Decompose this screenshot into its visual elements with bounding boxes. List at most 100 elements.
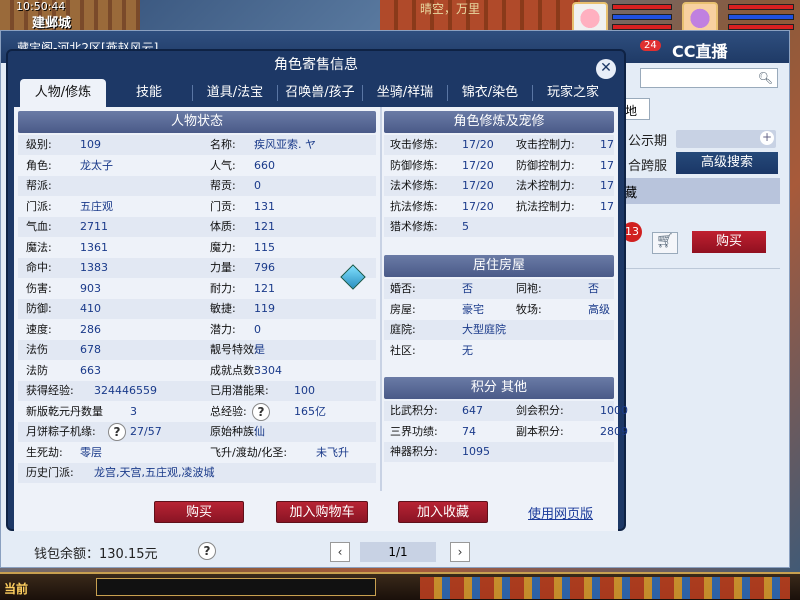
field-value: 74 — [462, 424, 476, 438]
right-field: 抗法控制力: 17 — [516, 197, 614, 217]
search-icon[interactable]: 🔍︎ — [758, 71, 773, 85]
help-icon[interactable]: ? — [252, 402, 270, 421]
listing-buy-button[interactable]: 购买 — [692, 231, 766, 253]
field-label: 抗法修炼: — [390, 199, 438, 213]
status-field: 原始种族: 仙 — [210, 422, 265, 442]
status-field: 防御: 410 — [26, 299, 101, 319]
add-to-cart-button[interactable]: 加入购物车 — [276, 501, 368, 523]
field-label: 防御: — [26, 302, 52, 315]
buy-button[interactable]: 购买 — [154, 501, 244, 523]
chat-channel-button[interactable]: 当前 — [4, 580, 28, 597]
field-value: 121 — [254, 220, 275, 233]
field-value: 未飞升 — [316, 445, 349, 459]
field-label: 防御修炼: — [390, 158, 438, 172]
row-stripe — [18, 258, 376, 278]
toolbar-icons[interactable] — [420, 577, 790, 599]
field-label: 猎术修炼: — [390, 220, 438, 233]
field-label: 法防 — [26, 363, 48, 377]
row-stripe — [18, 176, 376, 196]
status-field: 门贡: 131 — [210, 197, 275, 217]
right-field: 社区: 无 — [390, 341, 473, 361]
field-value: 无 — [462, 343, 473, 357]
row-stripe — [384, 279, 614, 299]
field-value: 17 — [600, 199, 614, 213]
field-value: 17/20 — [462, 179, 494, 192]
cultivation-section-header: 角色修炼及宠修 — [384, 111, 614, 133]
field-value: 3304 — [254, 363, 282, 377]
field-value: 17/20 — [462, 158, 494, 172]
field-value: 121 — [254, 281, 275, 295]
status-field: 飞升/渡劫/化圣: 未飞升 — [210, 443, 349, 463]
status-field: 生死劫: 零层 — [26, 443, 102, 463]
field-label: 法术修炼: — [390, 179, 438, 192]
tab-home[interactable]: 玩家之家 — [533, 79, 613, 107]
cross-server-label: 合跨服 — [628, 159, 668, 174]
right-field: 庭院: 大型庭院 — [390, 320, 506, 340]
close-icon[interactable]: ✕ — [596, 59, 616, 79]
right-field: 攻击控制力: 17 — [516, 135, 614, 155]
right-field: 婚否: 否 — [390, 279, 473, 299]
points-section-header: 积分 其他 — [384, 377, 614, 399]
status-field: 法伤 678 — [26, 340, 101, 360]
notification-badge[interactable]: 24 — [640, 40, 661, 51]
add-to-favorites-button[interactable]: 加入收藏 — [398, 501, 488, 523]
field-value: 286 — [80, 322, 101, 336]
help-icon[interactable]: ? — [108, 423, 126, 441]
field-label: 副本积分: — [516, 424, 564, 438]
dialog-title: 角色寄售信息 — [274, 57, 358, 73]
field-label: 三界功绩: — [390, 424, 438, 438]
tab-outfits[interactable]: 锦衣/染色 — [448, 79, 532, 107]
field-label: 攻击控制力: — [516, 138, 575, 151]
field-value: 678 — [80, 343, 101, 356]
field-label: 级别: — [26, 138, 52, 151]
next-page-button[interactable]: › — [450, 542, 470, 562]
right-field: 抗法修炼: 17/20 — [390, 197, 494, 217]
cart-icon[interactable]: 🛒︎ — [652, 232, 678, 254]
field-value: 647 — [462, 404, 483, 417]
wallet-help-icon[interactable]: ? — [198, 542, 216, 560]
tab-pets[interactable]: 召唤兽/孩子 — [278, 79, 362, 107]
status-field: 角色: 龙太子 — [26, 156, 113, 176]
tab-skills[interactable]: 技能 — [106, 79, 192, 107]
advanced-search-button[interactable]: 高级搜索 — [676, 152, 778, 174]
tab-items[interactable]: 道具/法宝 — [193, 79, 277, 107]
chat-input[interactable] — [96, 578, 376, 596]
field-value: 17 — [600, 138, 614, 151]
right-field: 牧场: 高级 — [516, 300, 610, 320]
housing-section-header: 居住房屋 — [384, 255, 614, 277]
cc-live-logo: CC直播 — [672, 42, 728, 61]
listing-divider — [620, 268, 780, 269]
shop-search-input[interactable]: 🔍︎ — [640, 68, 778, 88]
tab-mounts[interactable]: 坐骑/祥瑞 — [363, 79, 447, 107]
field-value: 仙 — [254, 425, 265, 438]
status-field: 帮派: — [26, 176, 52, 196]
row-stripe — [18, 135, 376, 155]
right-field: 房屋: 豪宅 — [390, 300, 484, 320]
period-select[interactable]: + — [676, 130, 776, 148]
weather-text: 晴空，万里 — [420, 2, 481, 16]
prev-page-button[interactable]: ‹ — [330, 542, 350, 562]
field-label: 飞升/渡劫/化圣: — [210, 445, 288, 459]
tab-character[interactable]: 人物/修炼 — [20, 79, 106, 107]
row-stripe — [18, 299, 376, 319]
field-value: 豪宅 — [462, 302, 484, 316]
field-value: 17 — [600, 179, 614, 192]
field-label: 庭院: — [390, 323, 416, 336]
field-label: 潜力: — [210, 322, 236, 336]
plus-icon[interactable]: + — [760, 131, 774, 145]
player-hp-bar — [612, 4, 672, 10]
right-field: 猎术修炼: 5 — [390, 217, 469, 237]
field-label: 婚否: — [390, 282, 416, 295]
field-label: 神器积分: — [390, 445, 438, 458]
field-value: 否 — [588, 282, 599, 295]
status-section-header: 人物状态 — [18, 111, 376, 133]
web-version-link[interactable]: 使用网页版 — [528, 503, 593, 522]
right-field: 副本积分: 2809 — [516, 422, 628, 442]
status-field: 气血: 2711 — [26, 217, 108, 237]
field-label: 历史门派: — [26, 466, 74, 479]
status-field: 已用潜能果: 100 — [210, 381, 315, 401]
field-value: 龙太子 — [80, 158, 113, 172]
field-value: 119 — [254, 302, 275, 315]
field-label: 剑会积分: — [516, 404, 564, 417]
pet-hp-bar — [728, 4, 794, 10]
